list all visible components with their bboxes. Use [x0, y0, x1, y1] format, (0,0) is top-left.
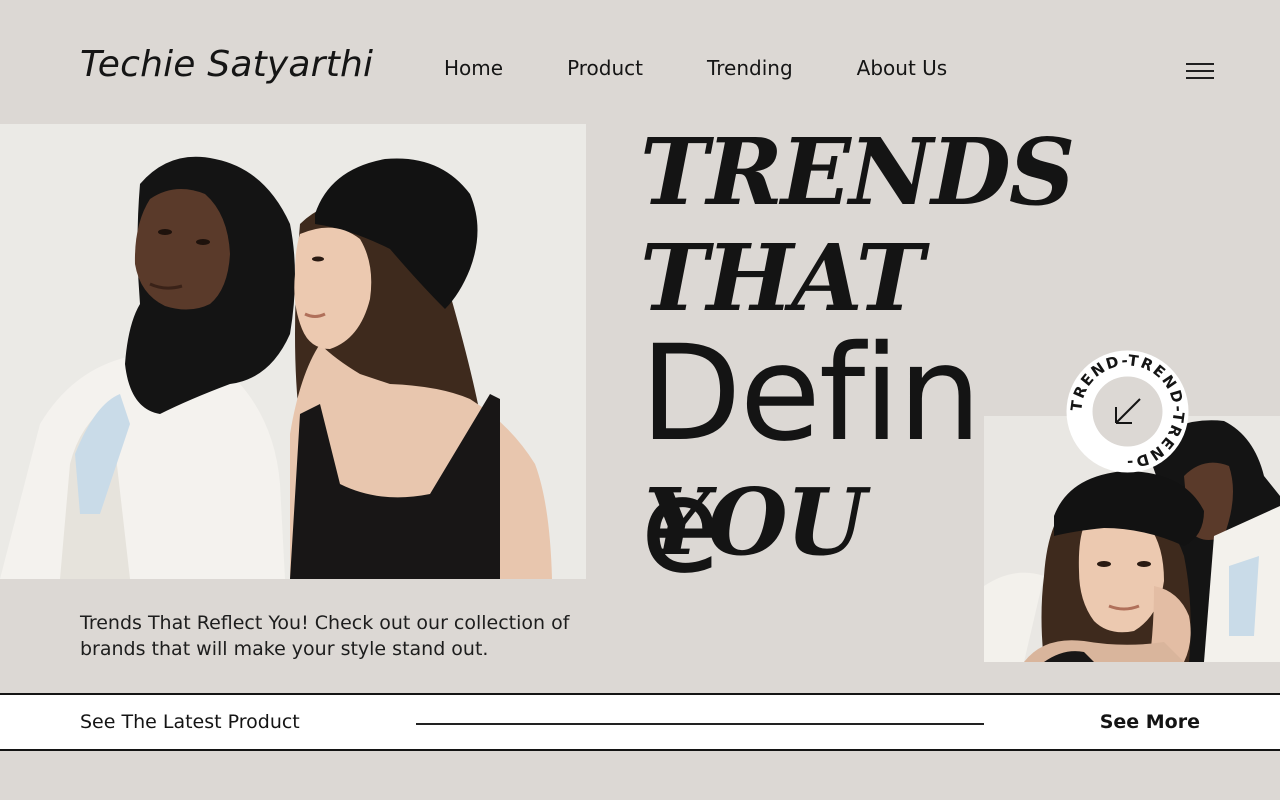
trend-badge[interactable]: TREND-TREND-TREND-	[1066, 350, 1189, 473]
headline-line-4: YOU	[644, 468, 866, 576]
strip-divider-line	[416, 723, 984, 725]
trend-badge-graphic: TREND-TREND-TREND-	[1066, 350, 1189, 473]
nav-trending[interactable]: Trending	[707, 56, 793, 80]
hero-photo-illustration	[0, 124, 586, 579]
nav-home[interactable]: Home	[444, 56, 503, 80]
nav-product[interactable]: Product	[567, 56, 643, 80]
latest-product-strip: See The Latest Product See More	[0, 693, 1280, 751]
main-nav: Home Product Trending About Us	[444, 56, 947, 80]
menu-bar-top	[1186, 63, 1214, 65]
hamburger-menu-icon[interactable]	[1184, 60, 1216, 82]
landing-page: Techie Satyarthi Home Product Trending A…	[0, 0, 1280, 800]
site-logo[interactable]: Techie Satyarthi	[80, 44, 373, 85]
see-more-link[interactable]: See More	[1100, 711, 1200, 733]
menu-bar-middle	[1186, 70, 1214, 72]
hero-description: Trends That Reflect You! Check out our c…	[80, 612, 570, 660]
headline-line-1: TRENDS	[640, 118, 1075, 226]
hero-photo	[0, 124, 586, 579]
menu-bar-bottom	[1186, 77, 1214, 79]
headline-line-2: THAT	[640, 224, 924, 332]
latest-product-label: See The Latest Product	[80, 711, 300, 733]
nav-about-us[interactable]: About Us	[857, 56, 948, 80]
